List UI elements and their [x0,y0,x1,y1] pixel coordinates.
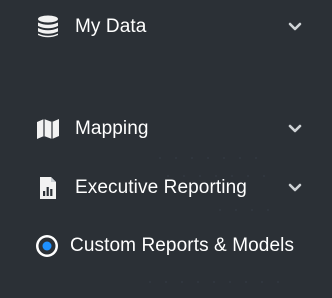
radio-selected-icon[interactable] [35,234,59,258]
sidebar-item-my-data[interactable]: My Data [0,7,332,47]
sidebar-item-label: Mapping [75,118,149,139]
sidebar-item-label: Custom Reports & Models [70,235,295,256]
sidebar-item-label: My Data [75,16,147,37]
chevron-down-icon[interactable] [288,122,302,136]
sidebar-item-custom-reports-models[interactable]: Custom Reports & Models [0,226,332,266]
sidebar-item-mapping[interactable]: Mapping [0,109,332,149]
database-icon [36,15,60,39]
sidebar-item-executive-reporting[interactable]: Executive Reporting [0,168,332,208]
chevron-down-icon[interactable] [288,20,302,34]
map-icon [36,117,60,141]
sidebar-item-label: Executive Reporting [75,177,247,198]
report-chart-icon [36,176,60,200]
chevron-down-icon[interactable] [288,181,302,195]
